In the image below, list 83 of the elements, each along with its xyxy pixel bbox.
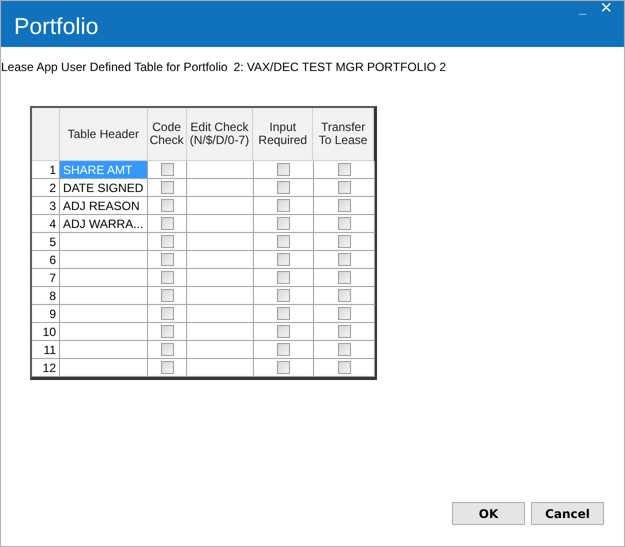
checkbox[interactable] [160,235,174,248]
checkbox[interactable] [277,361,290,374]
row-number: 6 [49,252,56,268]
close-button[interactable]: × [598,1,614,18]
row-number: 4 [49,216,56,232]
checkbox[interactable] [277,289,290,302]
checkbox[interactable] [277,325,290,338]
ok-button[interactable]: OK [452,502,525,525]
table-cell[interactable] [60,287,148,305]
cancel-button[interactable]: Cancel [531,502,604,525]
checkbox[interactable] [160,163,174,176]
checkbox[interactable] [338,253,350,266]
row-number: 1 [49,162,56,178]
table-cell[interactable] [187,161,254,179]
column-header: Transfer To Lease [318,121,368,147]
table-cell[interactable] [60,269,148,287]
column-header: Edit Check (N/$/D/0-7) [188,121,250,147]
checkbox[interactable] [277,343,290,356]
table-cell[interactable] [187,197,254,215]
table-cell[interactable] [187,287,254,305]
checkbox[interactable] [338,235,350,248]
checkbox[interactable] [160,325,174,338]
checkbox[interactable] [338,163,350,176]
checkbox[interactable] [277,163,290,176]
row-number: 10 [42,324,56,340]
table-cell[interactable] [60,305,148,323]
checkbox[interactable] [338,289,350,302]
table-cell[interactable] [187,305,254,323]
checkbox[interactable] [338,217,350,230]
table-cell[interactable]: DATE SIGNED [60,179,148,197]
column-header: Table Header [68,128,139,140]
table-cell[interactable] [187,215,254,233]
column-header: Code Check [148,121,185,147]
table-cell[interactable] [60,341,148,359]
window-title: Portfolio [14,12,98,41]
checkbox[interactable] [160,271,174,284]
table-cell[interactable] [187,323,254,341]
checkbox[interactable] [277,235,290,248]
table-cell[interactable] [187,359,254,377]
checkbox[interactable] [160,181,174,194]
checkbox[interactable] [160,361,174,374]
table-cell[interactable] [187,269,254,287]
row-number: 12 [42,360,56,376]
table-cell[interactable]: ADJ REASON [60,197,148,215]
checkbox[interactable] [338,271,350,284]
checkbox[interactable] [160,307,174,320]
table-cell[interactable] [60,233,148,251]
checkbox[interactable] [160,217,174,230]
subtitle-label: Lease App User Defined Table for Portfolio [1,59,228,76]
table-cell[interactable] [60,323,148,341]
table-cell[interactable] [187,233,254,251]
checkbox[interactable] [338,199,350,212]
checkbox[interactable] [277,217,290,230]
checkbox[interactable] [338,361,350,374]
checkbox[interactable] [160,343,174,356]
checkbox[interactable] [277,253,290,266]
checkbox[interactable] [338,325,350,338]
column-header: Input Required [257,121,308,147]
row-number: 2 [49,180,56,196]
checkbox[interactable] [277,271,290,284]
row-number: 5 [49,234,56,250]
checkbox[interactable] [160,253,174,266]
row-number: 7 [49,270,56,286]
portfolio-name: 2: VAX/DEC TEST MGR PORTFOLIO 2 [234,59,446,76]
checkbox[interactable] [160,289,174,302]
checkbox[interactable] [160,199,174,212]
checkbox[interactable] [277,199,290,212]
table-cell[interactable] [187,179,254,197]
row-number: 3 [49,198,56,214]
table-cell[interactable]: ADJ WARRA... [60,215,148,233]
checkbox[interactable] [338,343,350,356]
checkbox[interactable] [277,307,290,320]
row-number: 11 [44,342,56,358]
row-number: 9 [49,306,56,322]
table-cell[interactable] [187,341,254,359]
checkbox[interactable] [277,181,290,194]
checkbox[interactable] [338,307,350,320]
table-cell[interactable] [60,359,148,377]
row-number: 8 [49,288,56,304]
minimize-button[interactable]: _ [577,1,588,18]
checkbox[interactable] [338,181,350,194]
table-cell[interactable] [187,251,254,269]
table-cell[interactable] [60,251,148,269]
